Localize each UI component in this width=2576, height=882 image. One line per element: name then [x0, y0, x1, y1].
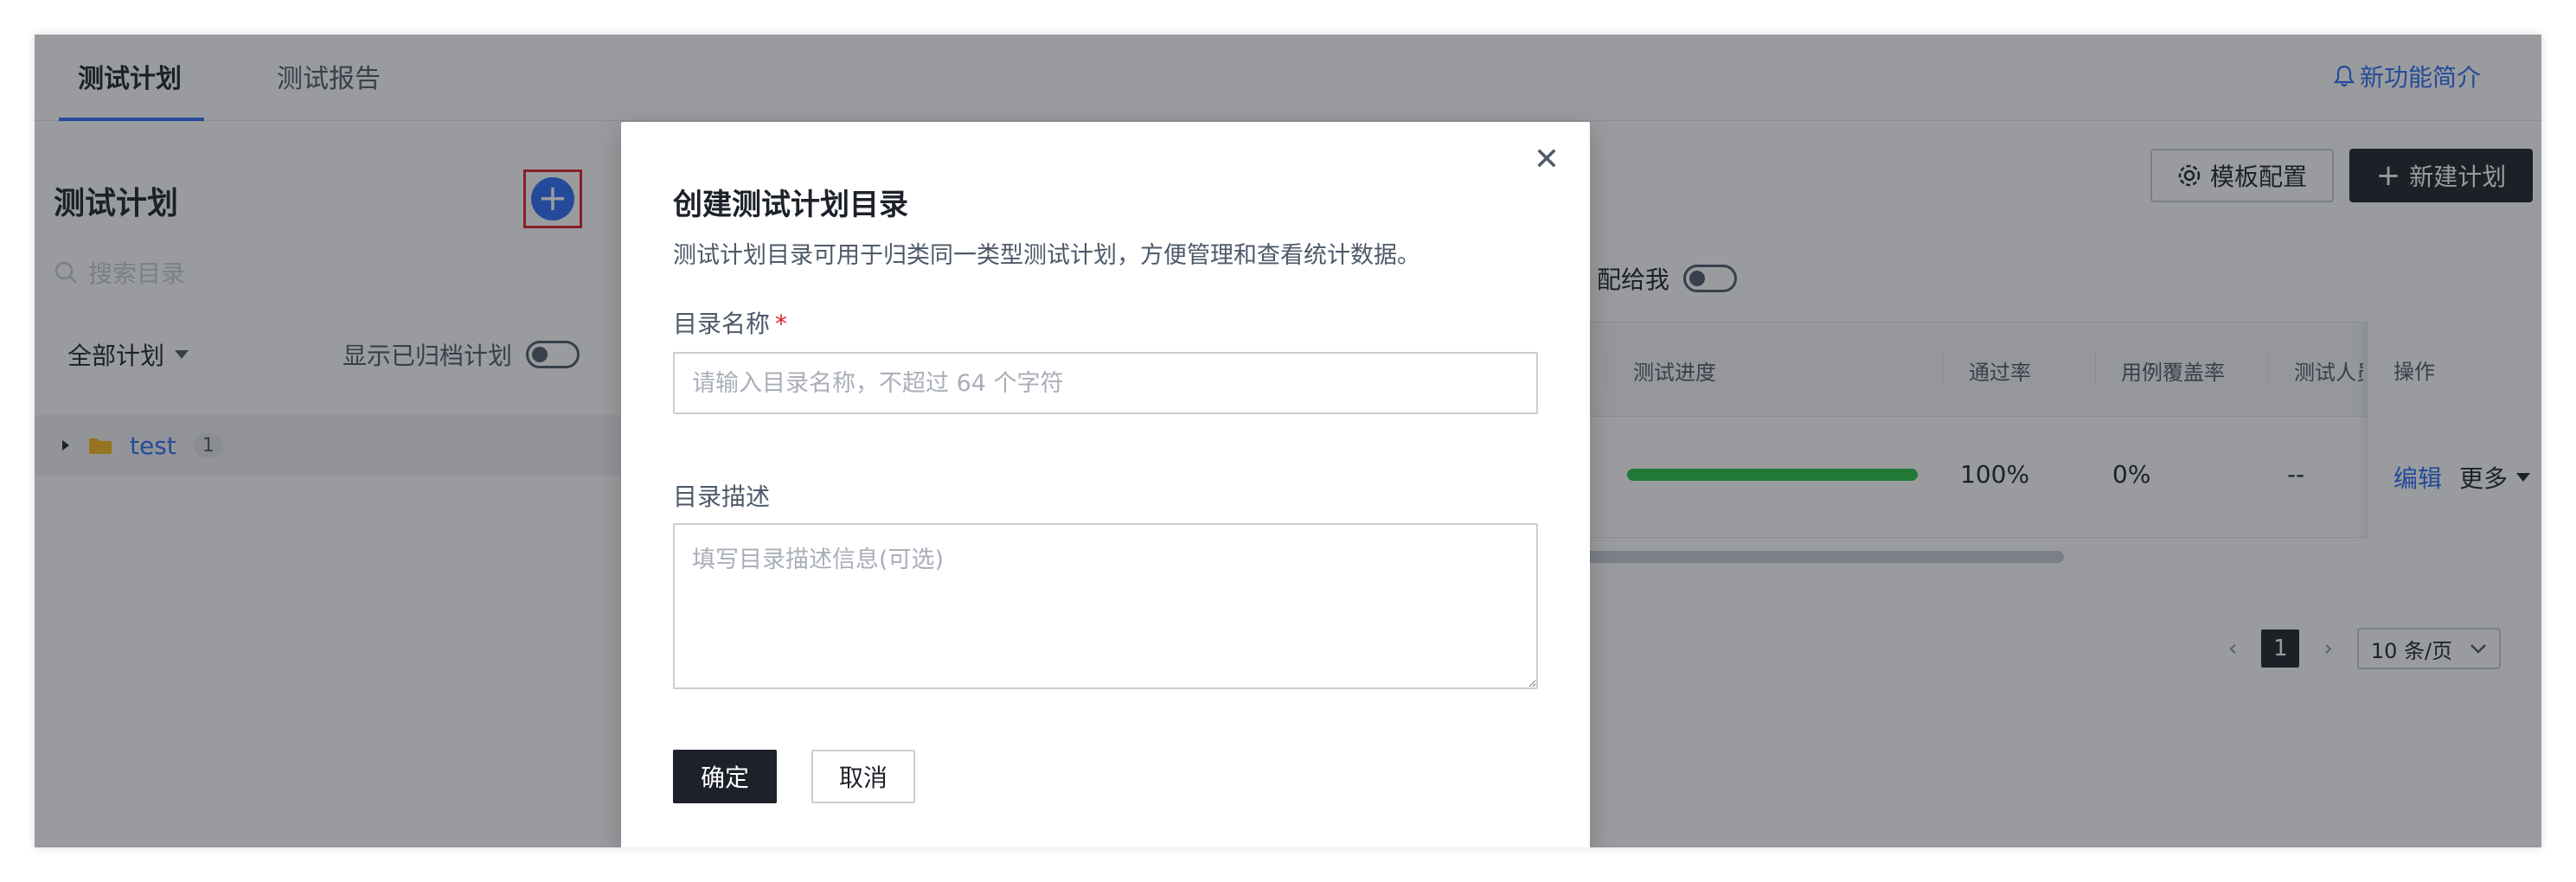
dialog-description: 测试计划目录可用于归类同一类型测试计划，方便管理和查看统计数据。: [673, 242, 1420, 269]
confirm-button[interactable]: 确定: [673, 750, 777, 803]
app-window: 测试计划 测试报告 新功能简介 测试计划 + 搜索目录 全部计划 显示已归档计划…: [35, 35, 2541, 847]
create-directory-dialog: ✕ 创建测试计划目录 测试计划目录可用于归类同一类型测试计划，方便管理和查看统计…: [621, 122, 1590, 847]
directory-description-label: 目录描述: [673, 483, 771, 511]
cancel-button[interactable]: 取消: [811, 750, 915, 803]
directory-name-input[interactable]: [673, 352, 1538, 414]
required-mark: *: [775, 310, 788, 338]
directory-name-label: 目录名称 *: [673, 305, 787, 340]
directory-name-label-text: 目录名称: [673, 310, 771, 338]
dialog-title: 创建测试计划目录: [673, 188, 908, 222]
close-icon[interactable]: ✕: [1529, 143, 1564, 177]
directory-description-textarea[interactable]: [673, 523, 1538, 689]
